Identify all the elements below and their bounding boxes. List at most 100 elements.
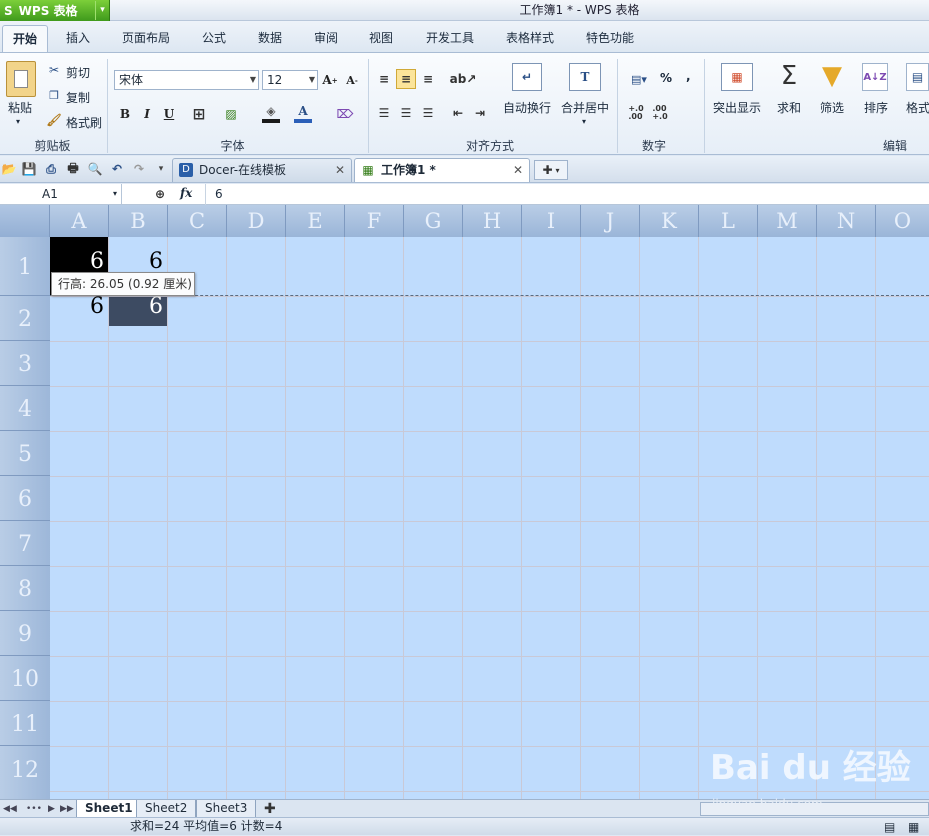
sheet-tab[interactable]: Sheet3 (196, 800, 257, 818)
wrap-text-button[interactable]: 自动换行 (503, 99, 551, 116)
tab-special[interactable]: 特色功能 (576, 25, 644, 52)
customize-toolbar-icon[interactable]: ▾ (154, 160, 168, 178)
tab-data[interactable]: 数据 (248, 25, 292, 52)
chevron-down-icon[interactable]: ▾ (582, 117, 586, 126)
sort-icon[interactable]: A↓Z (862, 63, 888, 91)
filter-button[interactable]: 筛选 (820, 99, 844, 116)
paste-button[interactable]: 粘贴 (8, 99, 32, 116)
export-pdf-icon[interactable]: ⎙ (42, 160, 60, 178)
col-header[interactable]: O (876, 205, 929, 237)
align-center-icon[interactable]: ☰ (398, 105, 414, 121)
increase-decimal-icon[interactable]: +.0.00 (626, 103, 646, 123)
highlight-icon[interactable]: ▦ (721, 63, 753, 91)
clear-format-icon[interactable]: ⌦ (336, 105, 354, 123)
merge-center-icon[interactable]: T (569, 63, 601, 91)
merge-center-button[interactable]: 合并居中 (561, 99, 609, 116)
col-header[interactable]: H (463, 205, 522, 237)
cell-a2[interactable]: 6 (50, 296, 108, 341)
row-header[interactable]: 2 (0, 296, 50, 341)
font-size-select[interactable]: 12 ▼ (262, 70, 318, 90)
sort-button[interactable]: 排序 (864, 99, 888, 116)
close-icon[interactable]: ✕ (513, 159, 523, 181)
shrink-font-icon[interactable]: A- (344, 71, 360, 89)
col-header[interactable]: G (404, 205, 463, 237)
row-header[interactable]: 1 (0, 237, 50, 296)
more-sheets-icon[interactable]: ••• (26, 800, 42, 818)
col-header[interactable]: J (581, 205, 640, 237)
tab-insert[interactable]: 插入 (56, 25, 100, 52)
col-header[interactable]: N (817, 205, 876, 237)
print-preview-icon[interactable]: 🔍 (86, 160, 104, 178)
grow-font-icon[interactable]: A + (322, 71, 338, 89)
last-sheet-icon[interactable]: ▶▶ (60, 800, 74, 818)
highlight-button[interactable]: 突出显示 (713, 99, 761, 116)
row-header[interactable]: 12 (0, 746, 50, 799)
col-header[interactable]: K (640, 205, 699, 237)
close-icon[interactable]: ✕ (335, 159, 345, 181)
save-icon[interactable]: 💾 (20, 160, 38, 178)
fx-button[interactable]: fx (180, 186, 192, 200)
underline-icon[interactable]: U (160, 105, 178, 123)
zoom-formula-icon[interactable]: ⊕ (152, 186, 168, 202)
open-folder-icon[interactable]: 📂 (0, 160, 18, 178)
bold-icon[interactable]: B (116, 105, 134, 123)
chevron-down-icon[interactable]: ▾ (113, 184, 117, 204)
format-icon[interactable]: ▤ (906, 63, 929, 91)
row-header[interactable]: 4 (0, 386, 50, 431)
tab-review[interactable]: 审阅 (304, 25, 348, 52)
sum-button[interactable]: 求和 (777, 99, 801, 116)
cut-button[interactable]: 剪切 (66, 64, 90, 81)
row-header[interactable]: 5 (0, 431, 50, 476)
align-left-icon[interactable]: ☰ (376, 105, 392, 121)
doc-tab-docer[interactable]: D Docer-在线模板 ✕ (172, 158, 352, 182)
orientation-icon[interactable]: ab↗ (450, 69, 477, 89)
paste-icon[interactable] (6, 61, 36, 97)
tab-formulas[interactable]: 公式 (192, 25, 236, 52)
tab-view[interactable]: 视图 (359, 25, 403, 52)
col-header[interactable]: I (522, 205, 581, 237)
tab-home[interactable]: 开始 (2, 25, 49, 52)
formula-input[interactable]: 6 (215, 187, 223, 201)
number-format-icon[interactable]: ▤▾ (626, 71, 652, 87)
cell-b2[interactable]: 6 (109, 296, 167, 326)
format-button[interactable]: 格式 (906, 99, 929, 116)
border-icon[interactable]: ⊞ (190, 105, 208, 123)
row-header[interactable]: 6 (0, 476, 50, 521)
tab-page-layout[interactable]: 页面布局 (112, 25, 180, 52)
align-middle-icon[interactable]: ≡ (396, 69, 416, 89)
fill-color-icon[interactable]: ◈ (262, 103, 280, 123)
font-name-select[interactable]: 宋体 ▼ (114, 70, 259, 90)
row-header[interactable]: 11 (0, 701, 50, 746)
select-all-corner[interactable] (0, 205, 50, 237)
sheet-tab[interactable]: Sheet2 (136, 800, 197, 818)
chevron-down-icon[interactable]: ▾ (95, 1, 109, 20)
col-header[interactable]: E (286, 205, 345, 237)
align-bottom-icon[interactable]: ≡ (420, 71, 436, 87)
col-header[interactable]: F (345, 205, 404, 237)
row-header[interactable]: 9 (0, 611, 50, 656)
row-header[interactable]: 7 (0, 521, 50, 566)
undo-icon[interactable]: ↶ (108, 160, 126, 178)
sum-icon[interactable]: Σ (775, 61, 803, 91)
col-header[interactable]: A (50, 205, 109, 237)
align-right-icon[interactable]: ☰ (420, 105, 436, 121)
col-header[interactable]: B (109, 205, 168, 237)
italic-icon[interactable]: I (138, 105, 156, 123)
print-icon[interactable]: 🖶 (64, 160, 82, 178)
app-menu-button[interactable]: S WPS 表格 ▾ (0, 0, 110, 21)
doc-tab-workbook[interactable]: ▦ 工作簿1 * ✕ (354, 158, 530, 182)
format-painter-button[interactable]: 格式刷 (66, 114, 102, 131)
col-header[interactable]: L (699, 205, 758, 237)
col-header[interactable]: M (758, 205, 817, 237)
page-layout-view-icon[interactable]: ▦ (908, 819, 919, 836)
redo-icon[interactable]: ↷ (130, 160, 148, 178)
filter-icon[interactable]: ▼ (817, 61, 847, 91)
wrap-text-icon[interactable]: ↵ (512, 63, 542, 91)
add-sheet-icon[interactable]: ✚ (264, 800, 276, 818)
align-top-icon[interactable]: ≡ (376, 71, 392, 87)
cell-grid[interactable]: 6 6 6 6 (50, 237, 929, 799)
tab-table-style[interactable]: 表格样式 (496, 25, 564, 52)
decrease-indent-icon[interactable]: ⇤ (450, 105, 466, 121)
tab-developer[interactable]: 开发工具 (416, 25, 484, 52)
first-sheet-icon[interactable]: ◀◀ (3, 800, 17, 818)
